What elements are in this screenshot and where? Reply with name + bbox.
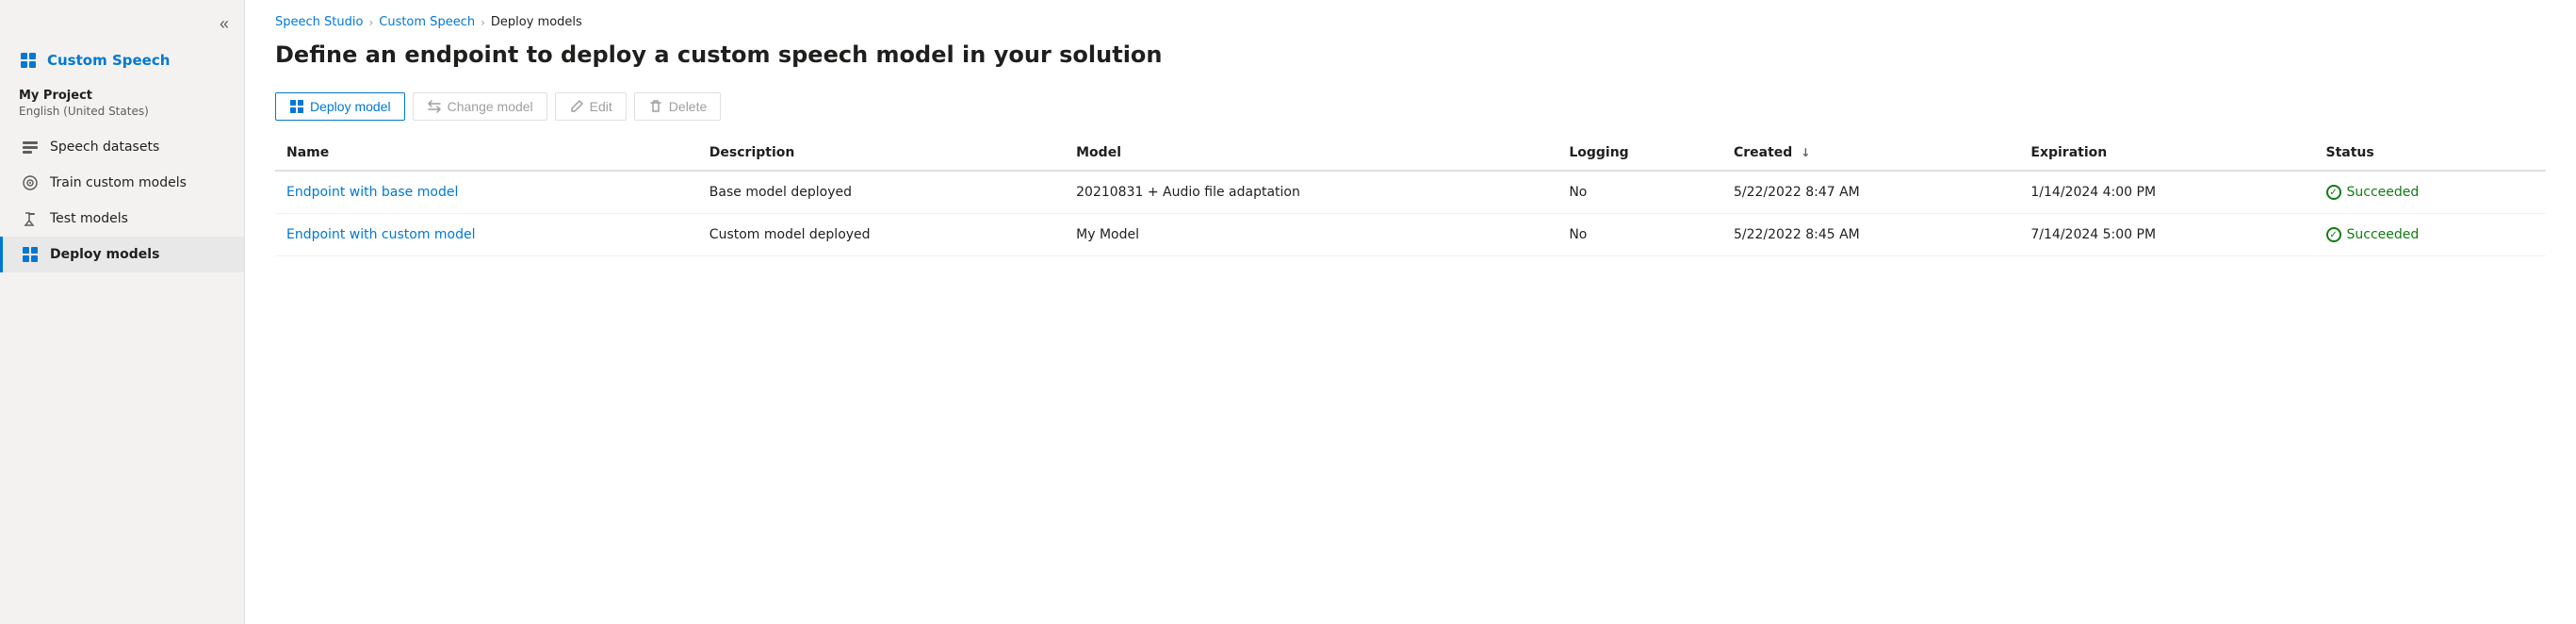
sidebar-item-label: Train custom models [50,175,187,190]
table-row: Endpoint with custom model Custom model … [275,214,2546,256]
speech-datasets-icon [22,139,39,156]
edit-icon [569,99,584,114]
page-title: Define an endpoint to deploy a custom sp… [275,41,2546,70]
col-model: Model [1065,136,1557,171]
cell-name-1: Endpoint with custom model [275,214,698,256]
sidebar-collapse-area: « [0,8,244,43]
cell-status-1: ✓ Succeeded [2315,214,2546,256]
status-succeeded-icon: ✓ [2326,227,2341,242]
sidebar-collapse-button[interactable]: « [220,15,229,32]
endpoints-table: Name Description Model Logging Created ↓… [275,136,2546,256]
sidebar-item-train-custom-models[interactable]: Train custom models [0,165,244,201]
sidebar-item-label: Deploy models [50,247,159,262]
sidebar-item-speech-datasets[interactable]: Speech datasets [0,129,244,165]
cell-expiration-0: 1/14/2024 4:00 PM [2019,171,2314,214]
sidebar-item-test-models[interactable]: Test models [0,201,244,237]
cell-description-1: Custom model deployed [698,214,1065,256]
custom-speech-icon [19,51,38,70]
train-models-icon [22,174,39,191]
breadcrumb: Speech Studio › Custom Speech › Deploy m… [245,0,2576,41]
deploy-model-icon [289,99,304,114]
cell-logging-1: No [1557,214,1722,256]
sidebar-item-deploy-models[interactable]: Deploy models [0,237,244,272]
page-header: Define an endpoint to deploy a custom sp… [245,41,2576,92]
edit-button[interactable]: Edit [555,92,627,121]
deploy-models-icon [22,246,39,263]
test-models-icon [22,210,39,227]
cell-description-0: Base model deployed [698,171,1065,214]
change-model-button[interactable]: Change model [413,92,547,121]
delete-button[interactable]: Delete [634,92,721,121]
endpoint-link-1[interactable]: Endpoint with custom model [286,227,476,242]
toolbar: Deploy model Change model Edit Delete [245,92,2576,136]
sidebar-item-label: Test models [50,211,128,226]
sidebar-app-title: Custom Speech [0,43,244,85]
breadcrumb-custom-speech[interactable]: Custom Speech [379,15,475,29]
status-label: Succeeded [2347,227,2420,242]
col-name: Name [275,136,698,171]
cell-created-0: 5/22/2022 8:47 AM [1722,171,2019,214]
deploy-model-button[interactable]: Deploy model [275,92,405,121]
status-succeeded-icon: ✓ [2326,185,2341,200]
endpoint-link-0[interactable]: Endpoint with base model [286,185,458,200]
sidebar: « Custom Speech My Project English (Unit… [0,0,245,624]
cell-name-0: Endpoint with base model [275,171,698,214]
table-header-row: Name Description Model Logging Created ↓… [275,136,2546,171]
breadcrumb-current: Deploy models [491,15,582,29]
breadcrumb-sep-1: › [368,16,373,29]
breadcrumb-sep-2: › [481,16,485,29]
col-expiration: Expiration [2019,136,2314,171]
project-label: My Project [0,85,244,105]
col-created[interactable]: Created ↓ [1722,136,2019,171]
sort-created-icon: ↓ [1801,146,1810,159]
project-sub-label: English (United States) [0,105,244,129]
main-content: Speech Studio › Custom Speech › Deploy m… [245,0,2576,624]
breadcrumb-speech-studio[interactable]: Speech Studio [275,15,363,29]
cell-expiration-1: 7/14/2024 5:00 PM [2019,214,2314,256]
col-status: Status [2315,136,2546,171]
col-logging: Logging [1557,136,1722,171]
endpoints-table-container: Name Description Model Logging Created ↓… [245,136,2576,624]
change-model-icon [427,99,442,114]
delete-icon [648,99,663,114]
table-row: Endpoint with base model Base model depl… [275,171,2546,214]
cell-logging-0: No [1557,171,1722,214]
cell-created-1: 5/22/2022 8:45 AM [1722,214,2019,256]
cell-model-1: My Model [1065,214,1557,256]
col-description: Description [698,136,1065,171]
cell-model-0: 20210831 + Audio file adaptation [1065,171,1557,214]
status-label: Succeeded [2347,185,2420,200]
cell-status-0: ✓ Succeeded [2315,171,2546,214]
sidebar-item-label: Speech datasets [50,140,159,155]
